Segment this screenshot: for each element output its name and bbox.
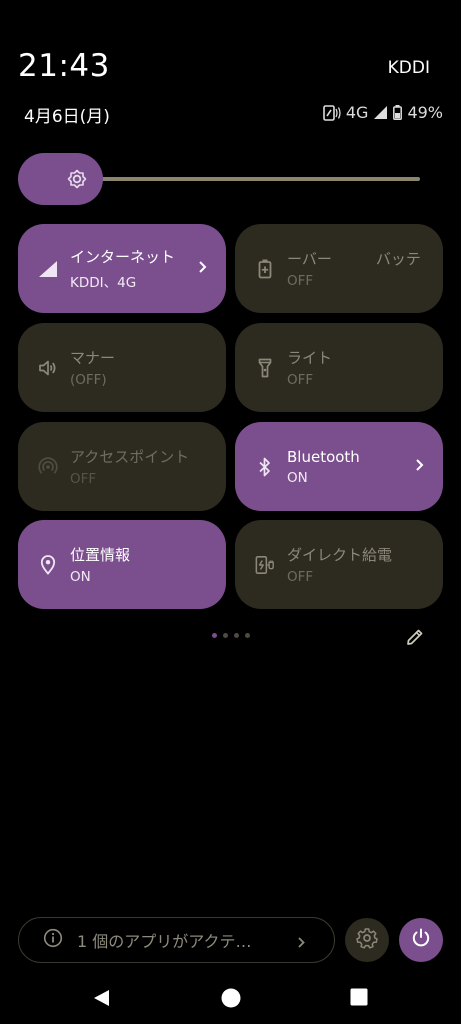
brightness-slider[interactable] [18, 153, 426, 205]
tile-status: (OFF) [70, 372, 107, 388]
page-dot [223, 633, 228, 638]
tile-bluetooth[interactable]: Bluetooth ON [235, 422, 443, 511]
tile-status: ON [287, 469, 308, 486]
tile-label: インターネット [70, 248, 176, 266]
tile-status: OFF [287, 569, 314, 585]
tile-flashlight[interactable]: ライト OFF [235, 323, 443, 412]
back-icon[interactable] [92, 988, 112, 1012]
chevron-right-icon[interactable] [415, 457, 425, 476]
cell-signal-icon [373, 105, 388, 120]
tile-label: 位置情報 [70, 546, 131, 564]
tile-manner-mode[interactable]: マナー (OFF) [18, 323, 226, 412]
page-dot [212, 633, 217, 638]
tile-label: ダイレクト給電 [287, 546, 393, 564]
power-icon [410, 927, 432, 953]
tile-status: OFF [287, 273, 314, 289]
settings-button[interactable] [345, 918, 389, 962]
carrier-name: KDDI [387, 58, 430, 78]
tile-label: アクセスポイント [70, 448, 190, 466]
navigation-bar [0, 985, 461, 1011]
location-icon [38, 554, 58, 575]
tile-direct-power[interactable]: ダイレクト給電 OFF [235, 520, 443, 609]
tile-status: OFF [70, 471, 97, 487]
tile-label: ライト [287, 349, 333, 367]
power-button[interactable] [399, 918, 443, 962]
tile-battery-saver[interactable]: ーバー バッテ OFF [235, 224, 443, 313]
tile-status: KDDI、4G [70, 275, 137, 291]
bluetooth-icon [255, 457, 275, 477]
brightness-thumb[interactable] [18, 153, 103, 205]
brightness-track[interactable] [88, 177, 420, 181]
page-indicator [212, 633, 250, 638]
hotspot-icon [38, 456, 58, 477]
tile-internet[interactable]: インターネット KDDI、4G [18, 224, 226, 313]
tile-status: ON [70, 569, 91, 585]
battery-saver-icon [255, 259, 275, 279]
clock: 21:43 [18, 48, 110, 84]
battery-icon [393, 105, 403, 120]
info-icon [43, 928, 63, 952]
volume-icon [38, 358, 58, 378]
tile-label: マナー [70, 349, 116, 367]
gear-icon [356, 927, 378, 953]
recents-icon[interactable] [350, 988, 368, 1010]
date: 4月6日(月) [24, 107, 110, 127]
edit-pencil-icon[interactable] [405, 627, 425, 651]
tile-label: ーバー バッテ [287, 250, 421, 268]
flashlight-icon [255, 358, 275, 378]
chevron-right-icon [297, 934, 306, 953]
brightness-icon [67, 169, 87, 193]
signal-icon [38, 259, 58, 279]
tile-status: OFF [287, 372, 314, 388]
tile-hotspot[interactable]: アクセスポイント OFF [18, 422, 226, 511]
active-apps-button[interactable]: 1 個のアプリがアクテ… [18, 917, 335, 963]
direct-power-icon [255, 555, 275, 575]
active-apps-text: 1 個のアプリがアクテ… [77, 932, 252, 951]
tile-location[interactable]: 位置情報 ON [18, 520, 226, 609]
nfc-icon [323, 104, 341, 121]
home-icon[interactable] [221, 988, 241, 1012]
battery-percent: 49% [407, 103, 443, 122]
chevron-right-icon[interactable] [198, 259, 208, 278]
page-dot [245, 633, 250, 638]
page-dot [234, 633, 239, 638]
tile-label: Bluetooth [287, 447, 360, 466]
status-icons: 4G 49% [323, 103, 443, 122]
network-type: 4G [345, 103, 369, 122]
